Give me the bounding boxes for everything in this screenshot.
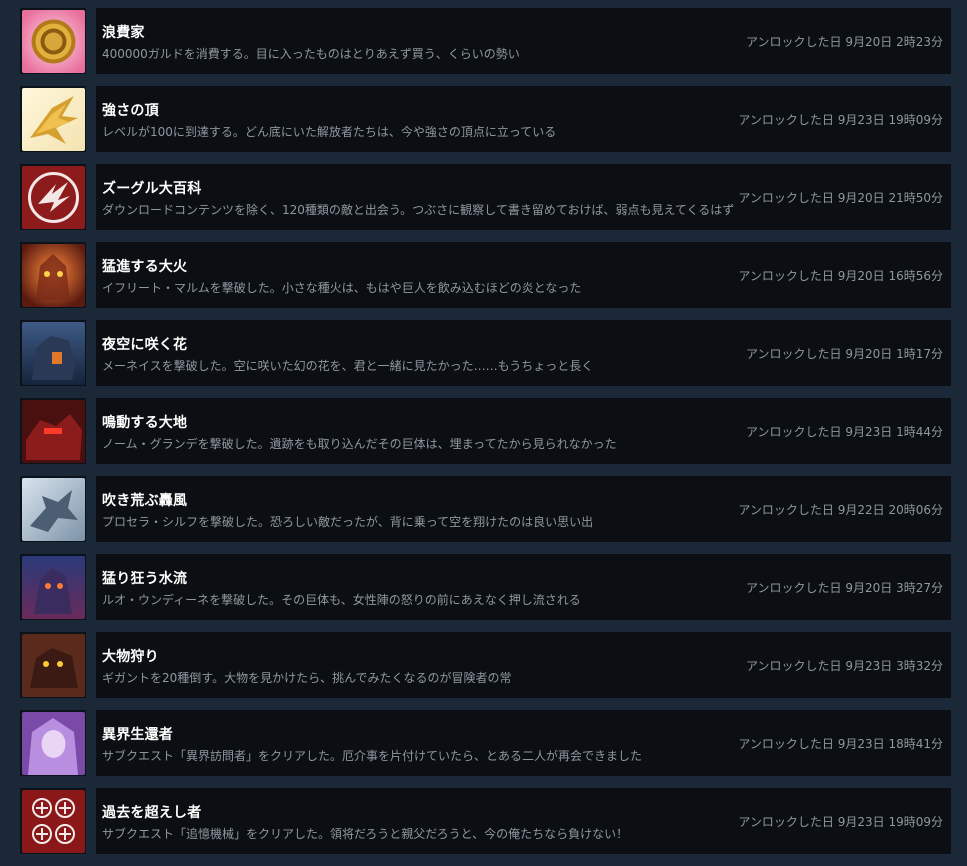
wind-dragon-icon [21, 477, 85, 541]
unlock-date: アンロックした日 9月20日 21時50分 [738, 191, 943, 205]
achievement-info: 過去を超えし者 サブクエスト「追憶機械」をクリアした。領将だろうと親父だろうと、… [96, 788, 951, 854]
unlock-date: アンロックした日 9月20日 1時17分 [746, 347, 943, 361]
achievement-info: 大物狩り ギガントを20種倒す。大物を見かけたら、挑んでみたくなるのが冒険者の常… [96, 632, 951, 698]
golden-bird-icon [21, 87, 85, 151]
gold-coin-icon [21, 9, 85, 73]
achievement-description: ダウンロードコンテンツを除く、120種類の敵と出会う。つぶさに観察して書き留めて… [102, 203, 735, 217]
achievement-row[interactable]: 鳴動する大地 ノーム・グランデを撃破した。遺跡をも取り込んだその巨体は、埋まって… [20, 398, 951, 464]
achievement-row[interactable]: 夜空に咲く花 メーネイスを撃破した。空に咲いた幻の花を、君と一緒に見たかった……… [20, 320, 951, 386]
achievement-info: 猛り狂う水流 ルオ・ウンディーネを撃破した。その巨体も、女性陣の怒りの前にあえな… [96, 554, 951, 620]
unlock-date: アンロックした日 9月23日 19時09分 [738, 815, 943, 829]
red-claw-emblem-icon [21, 165, 85, 229]
achievement-info: 猛進する大火 イフリート・マルムを撃破した。小さな種火は、もはや巨人を飲み込むほ… [96, 242, 951, 308]
achievement-title: 大物狩り [102, 649, 159, 665]
achievement-description: ルオ・ウンディーネを撃破した。その巨体も、女性陣の怒りの前にあえなく押し流される [102, 593, 581, 607]
achievement-icon-frame [20, 554, 86, 620]
achievement-description: プロセラ・シルフを撃破した。恐ろしい敵だったが、背に乗って空を翔けたのは良い思い… [102, 515, 594, 529]
night-giant-icon [21, 321, 85, 385]
achievement-icon-frame [20, 86, 86, 152]
unlock-date: アンロックした日 9月20日 2時23分 [746, 35, 943, 49]
achievement-icon-frame [20, 164, 86, 230]
unlock-date: アンロックした日 9月23日 18時41分 [738, 737, 943, 751]
achievement-icon-frame [20, 632, 86, 698]
achievement-row[interactable]: 浪費家 400000ガルドを消費する。目に入ったものはとりあえず買う、くらいの勢… [20, 8, 951, 74]
achievement-description: サブクエスト「追憶機械」をクリアした。領将だろうと親父だろうと、今の俺たちなら負… [102, 827, 629, 841]
achievement-title: 夜空に咲く花 [102, 337, 188, 353]
achievement-row[interactable]: 強さの頂 レベルが100に到達する。どん底にいた解放者たちは、今や強さの頂点に立… [20, 86, 951, 152]
achievement-icon-frame [20, 242, 86, 308]
achievement-row[interactable]: ズーグル大百科 ダウンロードコンテンツを除く、120種類の敵と出会う。つぶさに観… [20, 164, 951, 230]
achievement-info: 強さの頂 レベルが100に到達する。どん底にいた解放者たちは、今や強さの頂点に立… [96, 86, 951, 152]
unlock-date: アンロックした日 9月23日 1時44分 [746, 425, 943, 439]
achievement-title: 異界生還者 [102, 727, 173, 743]
achievement-title: 猛り狂う水流 [102, 571, 188, 587]
achievement-description: イフリート・マルムを撃破した。小さな種火は、もはや巨人を飲み込むほどの炎となった [102, 281, 582, 295]
fire-giant-icon [21, 243, 85, 307]
achievement-description: サブクエスト「異界訪問者」をクリアした。厄介事を片付けていたら、とある二人が再会… [102, 749, 643, 763]
achievement-title: 猛進する大火 [102, 259, 188, 275]
achievement-title: 吹き荒ぶ轟風 [102, 493, 188, 509]
achievement-list: 浪費家 400000ガルドを消費する。目に入ったものはとりあえず買う、くらいの勢… [20, 8, 951, 866]
achievement-icon-frame [20, 8, 86, 74]
achievement-icon-frame [20, 476, 86, 542]
unlock-date: アンロックした日 9月20日 3時27分 [746, 581, 943, 595]
unlock-date: アンロックした日 9月23日 19時09分 [738, 113, 943, 127]
achievement-description: ノーム・グランデを撃破した。遺跡をも取り込んだその巨体は、埋まってたから見られな… [102, 437, 617, 451]
water-giant-icon [21, 555, 85, 619]
achievement-icon-frame [20, 398, 86, 464]
achievement-icon-frame [20, 710, 86, 776]
achievement-row[interactable]: 過去を超えし者 サブクエスト「追憶機械」をクリアした。領将だろうと親父だろうと、… [20, 788, 951, 854]
achievement-row[interactable]: 猛進する大火 イフリート・マルムを撃破した。小さな種火は、もはや巨人を飲み込むほ… [20, 242, 951, 308]
achievement-description: ギガントを20種倒す。大物を見かけたら、挑んでみたくなるのが冒険者の常 [102, 671, 512, 685]
achievement-info: 鳴動する大地 ノーム・グランデを撃破した。遺跡をも取り込んだその巨体は、埋まって… [96, 398, 951, 464]
achievement-info: 吹き荒ぶ轟風 プロセラ・シルフを撃破した。恐ろしい敵だったが、背に乗って空を翔け… [96, 476, 951, 542]
achievement-row[interactable]: 吹き荒ぶ轟風 プロセラ・シルフを撃破した。恐ろしい敵だったが、背に乗って空を翔け… [20, 476, 951, 542]
achievement-icon-frame [20, 788, 86, 854]
achievement-title: 強さの頂 [102, 103, 159, 119]
unlock-date: アンロックした日 9月20日 16時56分 [738, 269, 943, 283]
achievement-description: メーネイスを撃破した。空に咲いた幻の花を、君と一緒に見たかった……もうちょっと長… [102, 359, 594, 373]
achievement-title: 過去を超えし者 [102, 805, 202, 821]
achievement-row[interactable]: 猛り狂う水流 ルオ・ウンディーネを撃破した。その巨体も、女性陣の怒りの前にあえな… [20, 554, 951, 620]
giant-beast-icon [21, 633, 85, 697]
unlock-date: アンロックした日 9月23日 3時32分 [746, 659, 943, 673]
achievement-icon-frame [20, 320, 86, 386]
snowflake-emblems-icon [21, 789, 85, 853]
achievement-description: 400000ガルドを消費する。目に入ったものはとりあえず買う、くらいの勢い [102, 47, 520, 61]
unlock-date: アンロックした日 9月22日 20時06分 [738, 503, 943, 517]
achievement-title: 鳴動する大地 [102, 415, 188, 431]
achievement-title: ズーグル大百科 [102, 181, 202, 197]
achievement-description: レベルが100に到達する。どん底にいた解放者たちは、今や強さの頂点に立っている [102, 125, 557, 139]
achievement-info: ズーグル大百科 ダウンロードコンテンツを除く、120種類の敵と出会う。つぶさに観… [96, 164, 951, 230]
achievement-info: 異界生還者 サブクエスト「異界訪問者」をクリアした。厄介事を片付けていたら、とあ… [96, 710, 951, 776]
purple-hair-character-icon [21, 711, 85, 775]
earth-giant-icon [21, 399, 85, 463]
achievement-info: 夜空に咲く花 メーネイスを撃破した。空に咲いた幻の花を、君と一緒に見たかった……… [96, 320, 951, 386]
achievement-info: 浪費家 400000ガルドを消費する。目に入ったものはとりあえず買う、くらいの勢… [96, 8, 951, 74]
achievement-row[interactable]: 大物狩り ギガントを20種倒す。大物を見かけたら、挑んでみたくなるのが冒険者の常… [20, 632, 951, 698]
achievement-row[interactable]: 異界生還者 サブクエスト「異界訪問者」をクリアした。厄介事を片付けていたら、とあ… [20, 710, 951, 776]
achievement-title: 浪費家 [102, 25, 145, 41]
